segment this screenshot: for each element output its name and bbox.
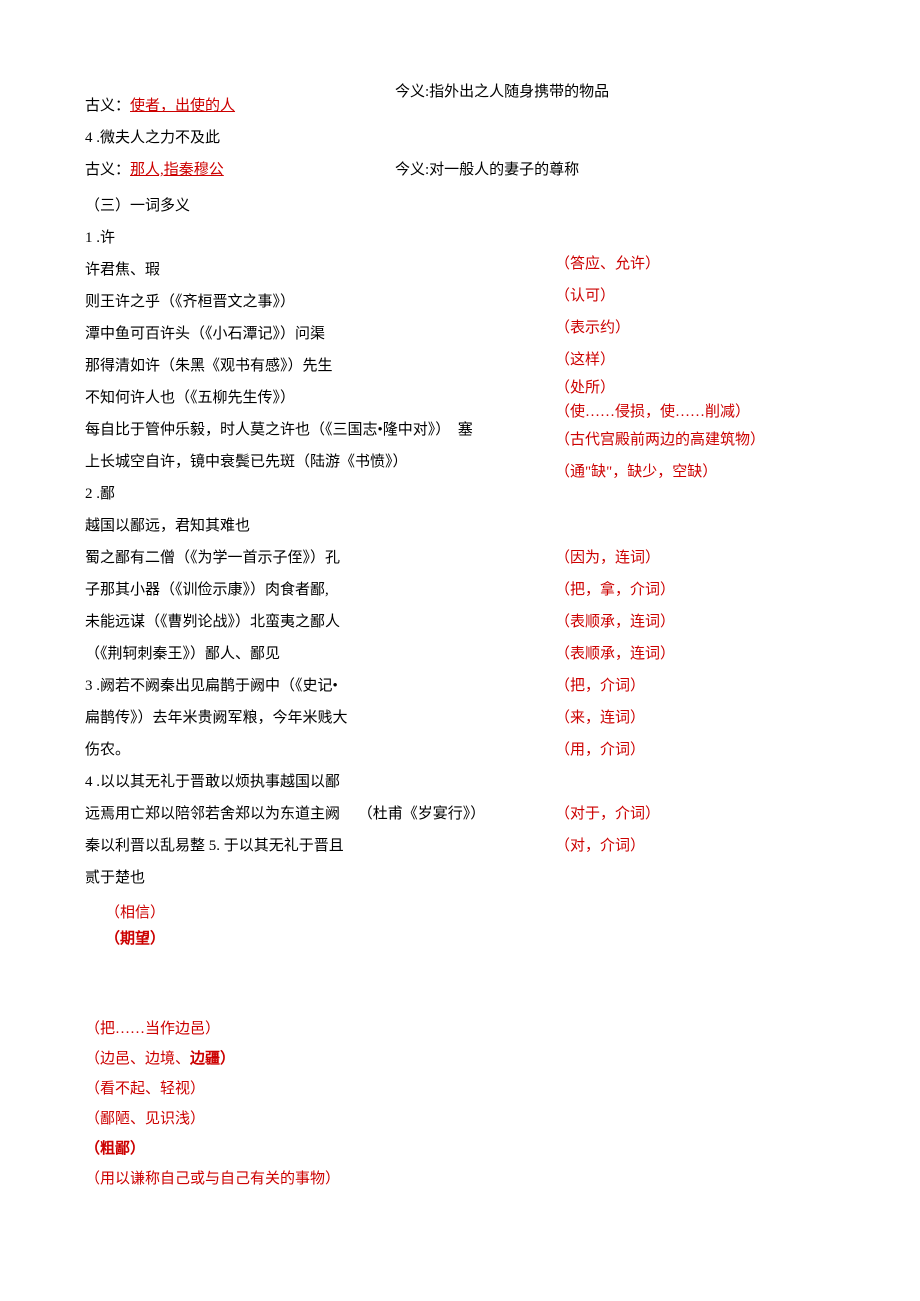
bi-right-9: （对，介词）	[555, 830, 675, 862]
xu-right-1: （认可）	[555, 280, 765, 312]
bi-right-3: （表顺承，连词）	[555, 638, 675, 670]
modern-meaning-1: 今义:指外出之人随身携带的物品	[395, 76, 609, 108]
xu-right-6: （古代宫殿前两边的高建筑物）	[555, 424, 765, 456]
xu-left-0: 许君焦、瑕	[85, 254, 485, 286]
xu-left-3: 那得清如许（朱黑《观书有感》）先生	[85, 350, 485, 382]
bi-right-1: （把，拿，介词）	[555, 574, 675, 606]
lower-4: （把……当作边邑）	[85, 1014, 835, 1044]
bi-right-5: （来，连词）	[555, 702, 675, 734]
xu-left-1: 则王许之乎（《齐桓晋文之事》）	[85, 286, 485, 318]
ancient-meaning-text-2: 那人,指秦穆公	[130, 162, 224, 178]
lower-blank-1	[85, 954, 835, 984]
bi-line-1: 越国以鄙远，君知其难也	[85, 510, 835, 542]
bi-right-blank	[555, 766, 675, 798]
bi-left-9: 秦以利晋以乱易整 5. 于以其无礼于晋且	[85, 830, 465, 862]
xu-right-2: （表示约）	[555, 312, 765, 344]
xu-right-3: （这样）	[555, 344, 765, 376]
lower-6: （看不起、轻视）	[85, 1074, 835, 1104]
bi-left-7: 4 .以以其无礼于晋敢以烦执事越国以鄙	[85, 766, 465, 798]
bi-mid-cite: （杜甫《岁宴行》）	[358, 806, 486, 822]
bi-left-8: 远焉用亡郑以陪邻若舍郑以为东道主阙 （杜甫《岁宴行》）	[85, 798, 465, 830]
xu-right-7: （通"缺"，缺少，空缺）	[555, 456, 765, 488]
xu-left-4: 不知何许人也（《五柳先生传》）	[85, 382, 485, 414]
bi-left-0: 蜀之鄙有二僧（《为学一首示子侄》）孔	[85, 542, 465, 574]
ancient-meaning-text-1: 使者，出使的人	[130, 98, 235, 114]
lower-5: （边邑、边境、边疆）	[85, 1044, 835, 1074]
bi-right-2: （表顺承，连词）	[555, 606, 675, 638]
lower-5b: 边疆）	[190, 1051, 235, 1067]
bi-left-8-text: 远焉用亡郑以陪邻若舍郑以为东道主阙	[85, 806, 340, 822]
lower-5a: （边邑、边境、	[85, 1051, 190, 1067]
bi-left-6: 伤农。	[85, 734, 465, 766]
lower-blank-2	[85, 984, 835, 1014]
bi-left-3: （《荆轲刺秦王》）鄙人、鄙见	[85, 638, 465, 670]
label-ancient-2: 古义：	[85, 162, 130, 178]
bi-left-4: 3 .阙若不阙秦出见扁鹊于阙中（《史记•	[85, 670, 465, 702]
lower-0: （相信）	[85, 902, 835, 924]
bi-right-8: （对于，介词）	[555, 798, 675, 830]
label-ancient: 古义：	[85, 98, 130, 114]
bi-left-2: 未能远谋（《曹刿论战》）北蛮夷之鄙人	[85, 606, 465, 638]
xu-right-0: （答应、允许）	[555, 248, 765, 280]
bi-right-6: （用，介词）	[555, 734, 675, 766]
bi-right-0: （因为，连词）	[555, 542, 675, 574]
modern-meaning-2: 今义:对一般人的妻子的尊称	[395, 154, 579, 186]
section-3-heading: （三）一词多义	[85, 190, 835, 222]
bi-left-10: 贰于楚也	[85, 862, 465, 894]
lower-7: （鄙陋、见识浅）	[85, 1104, 835, 1134]
lower-1: （期望）	[85, 924, 835, 954]
bi-left-5: 扁鹊传》）去年米贵阙军粮，今年米贱大	[85, 702, 465, 734]
xu-right-4: （处所）	[555, 376, 765, 400]
xu-right-5: （使……侵损，使……削减）	[555, 400, 765, 424]
lower-9: （用以谦称自己或与自己有关的事物）	[85, 1164, 835, 1194]
lower-8: （粗鄙）	[85, 1134, 835, 1164]
xu-left-2: 潭中鱼可百许头（《小石潭记》）问渠	[85, 318, 485, 350]
bi-left-1: 子那其小器（《训俭示康》）肉食者鄙,	[85, 574, 465, 606]
bi-right-4: （把，介词）	[555, 670, 675, 702]
xu-left-6: 上长城空自许，镜中衰鬓已先斑（陆游《书愤》）	[85, 446, 485, 478]
xu-left-5: 每自比于管仲乐毅，时人莫之许也（《三国志•隆中对》） 塞	[85, 414, 485, 446]
item-4-heading: 4 .微夫人之力不及此	[85, 122, 835, 154]
